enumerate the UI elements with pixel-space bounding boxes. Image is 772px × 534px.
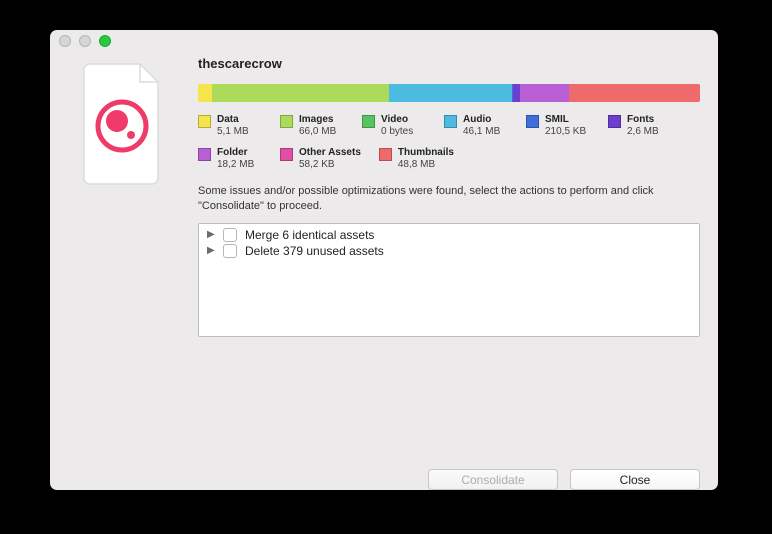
disclosure-icon[interactable]: ▶ [207, 229, 215, 240]
action-label: Merge 6 identical assets [245, 228, 374, 242]
legend-name: SMIL [545, 114, 586, 126]
legend-size: 18,2 MB [217, 159, 254, 171]
legend-size: 58,2 KB [299, 159, 361, 171]
legend-size: 66,0 MB [299, 126, 336, 138]
legend-name: Other Assets [299, 147, 361, 159]
legend-size: 2,6 MB [627, 126, 659, 138]
instruction-text: Some issues and/or possible optimization… [198, 184, 700, 215]
swatch-thumbnails [379, 148, 392, 161]
list-item[interactable]: ▶ Delete 379 unused assets [199, 243, 699, 259]
zoom-icon[interactable] [99, 35, 111, 47]
minimize-icon[interactable] [79, 35, 91, 47]
legend-name: Data [217, 114, 249, 126]
legend-item-images: Images66,0 MB [280, 114, 344, 137]
legend-item-smil: SMIL210,5 KB [526, 114, 590, 137]
swatch-video [362, 115, 375, 128]
bar-segment-audio [389, 84, 513, 102]
legend-name: Thumbnails [398, 147, 454, 159]
content-area: thescarecrow Data5,1 MB Images66,0 MB Vide… [50, 52, 718, 455]
legend-name: Fonts [627, 114, 659, 126]
storage-bar [198, 84, 700, 102]
legend-name: Video [381, 114, 413, 126]
legend-item-folder: Folder18,2 MB [198, 147, 262, 170]
close-button[interactable]: Close [570, 469, 700, 490]
bar-segment-thumbnails [569, 84, 700, 102]
legend-size: 0 bytes [381, 126, 413, 138]
document-title: thescarecrow [198, 56, 700, 71]
button-bar: Consolidate Close [50, 455, 718, 490]
action-label: Delete 379 unused assets [245, 244, 384, 258]
legend-size: 48,8 MB [398, 159, 454, 171]
legend-item-thumbnails: Thumbnails48,8 MB [379, 147, 454, 170]
legend-size: 46,1 MB [463, 126, 500, 138]
swatch-smil [526, 115, 539, 128]
legend-name: Audio [463, 114, 500, 126]
legend-item-fonts: Fonts2,6 MB [608, 114, 672, 137]
document-icon [76, 60, 172, 186]
legend: Data5,1 MB Images66,0 MB Video0 bytes Audio… [198, 114, 700, 170]
swatch-audio [444, 115, 457, 128]
close-icon[interactable] [59, 35, 71, 47]
legend-item-video: Video0 bytes [362, 114, 426, 137]
disclosure-icon[interactable]: ▶ [207, 245, 215, 256]
list-item[interactable]: ▶ Merge 6 identical assets [199, 227, 699, 243]
legend-size: 5,1 MB [217, 126, 249, 138]
swatch-images [280, 115, 293, 128]
bar-segment-folder [520, 84, 569, 102]
dialog-window: thescarecrow Data5,1 MB Images66,0 MB Vide… [50, 30, 718, 490]
checkbox[interactable] [223, 228, 237, 242]
legend-name: Images [299, 114, 336, 126]
swatch-fonts [608, 115, 621, 128]
swatch-folder [198, 148, 211, 161]
legend-item-data: Data5,1 MB [198, 114, 262, 137]
swatch-data [198, 115, 211, 128]
consolidate-button: Consolidate [428, 469, 558, 490]
titlebar [50, 30, 718, 52]
legend-item-audio: Audio46,1 MB [444, 114, 508, 137]
document-preview [68, 56, 180, 441]
swatch-other [280, 148, 293, 161]
bar-segment-images [212, 84, 389, 102]
main-column: thescarecrow Data5,1 MB Images66,0 MB Vide… [198, 56, 700, 441]
legend-item-other: Other Assets58,2 KB [280, 147, 361, 170]
checkbox[interactable] [223, 244, 237, 258]
legend-name: Folder [217, 147, 254, 159]
legend-size: 210,5 KB [545, 126, 586, 138]
bar-segment-data [198, 84, 212, 102]
bar-segment-fonts [513, 84, 520, 102]
actions-list[interactable]: ▶ Merge 6 identical assets ▶ Delete 379 unu… [198, 223, 700, 337]
